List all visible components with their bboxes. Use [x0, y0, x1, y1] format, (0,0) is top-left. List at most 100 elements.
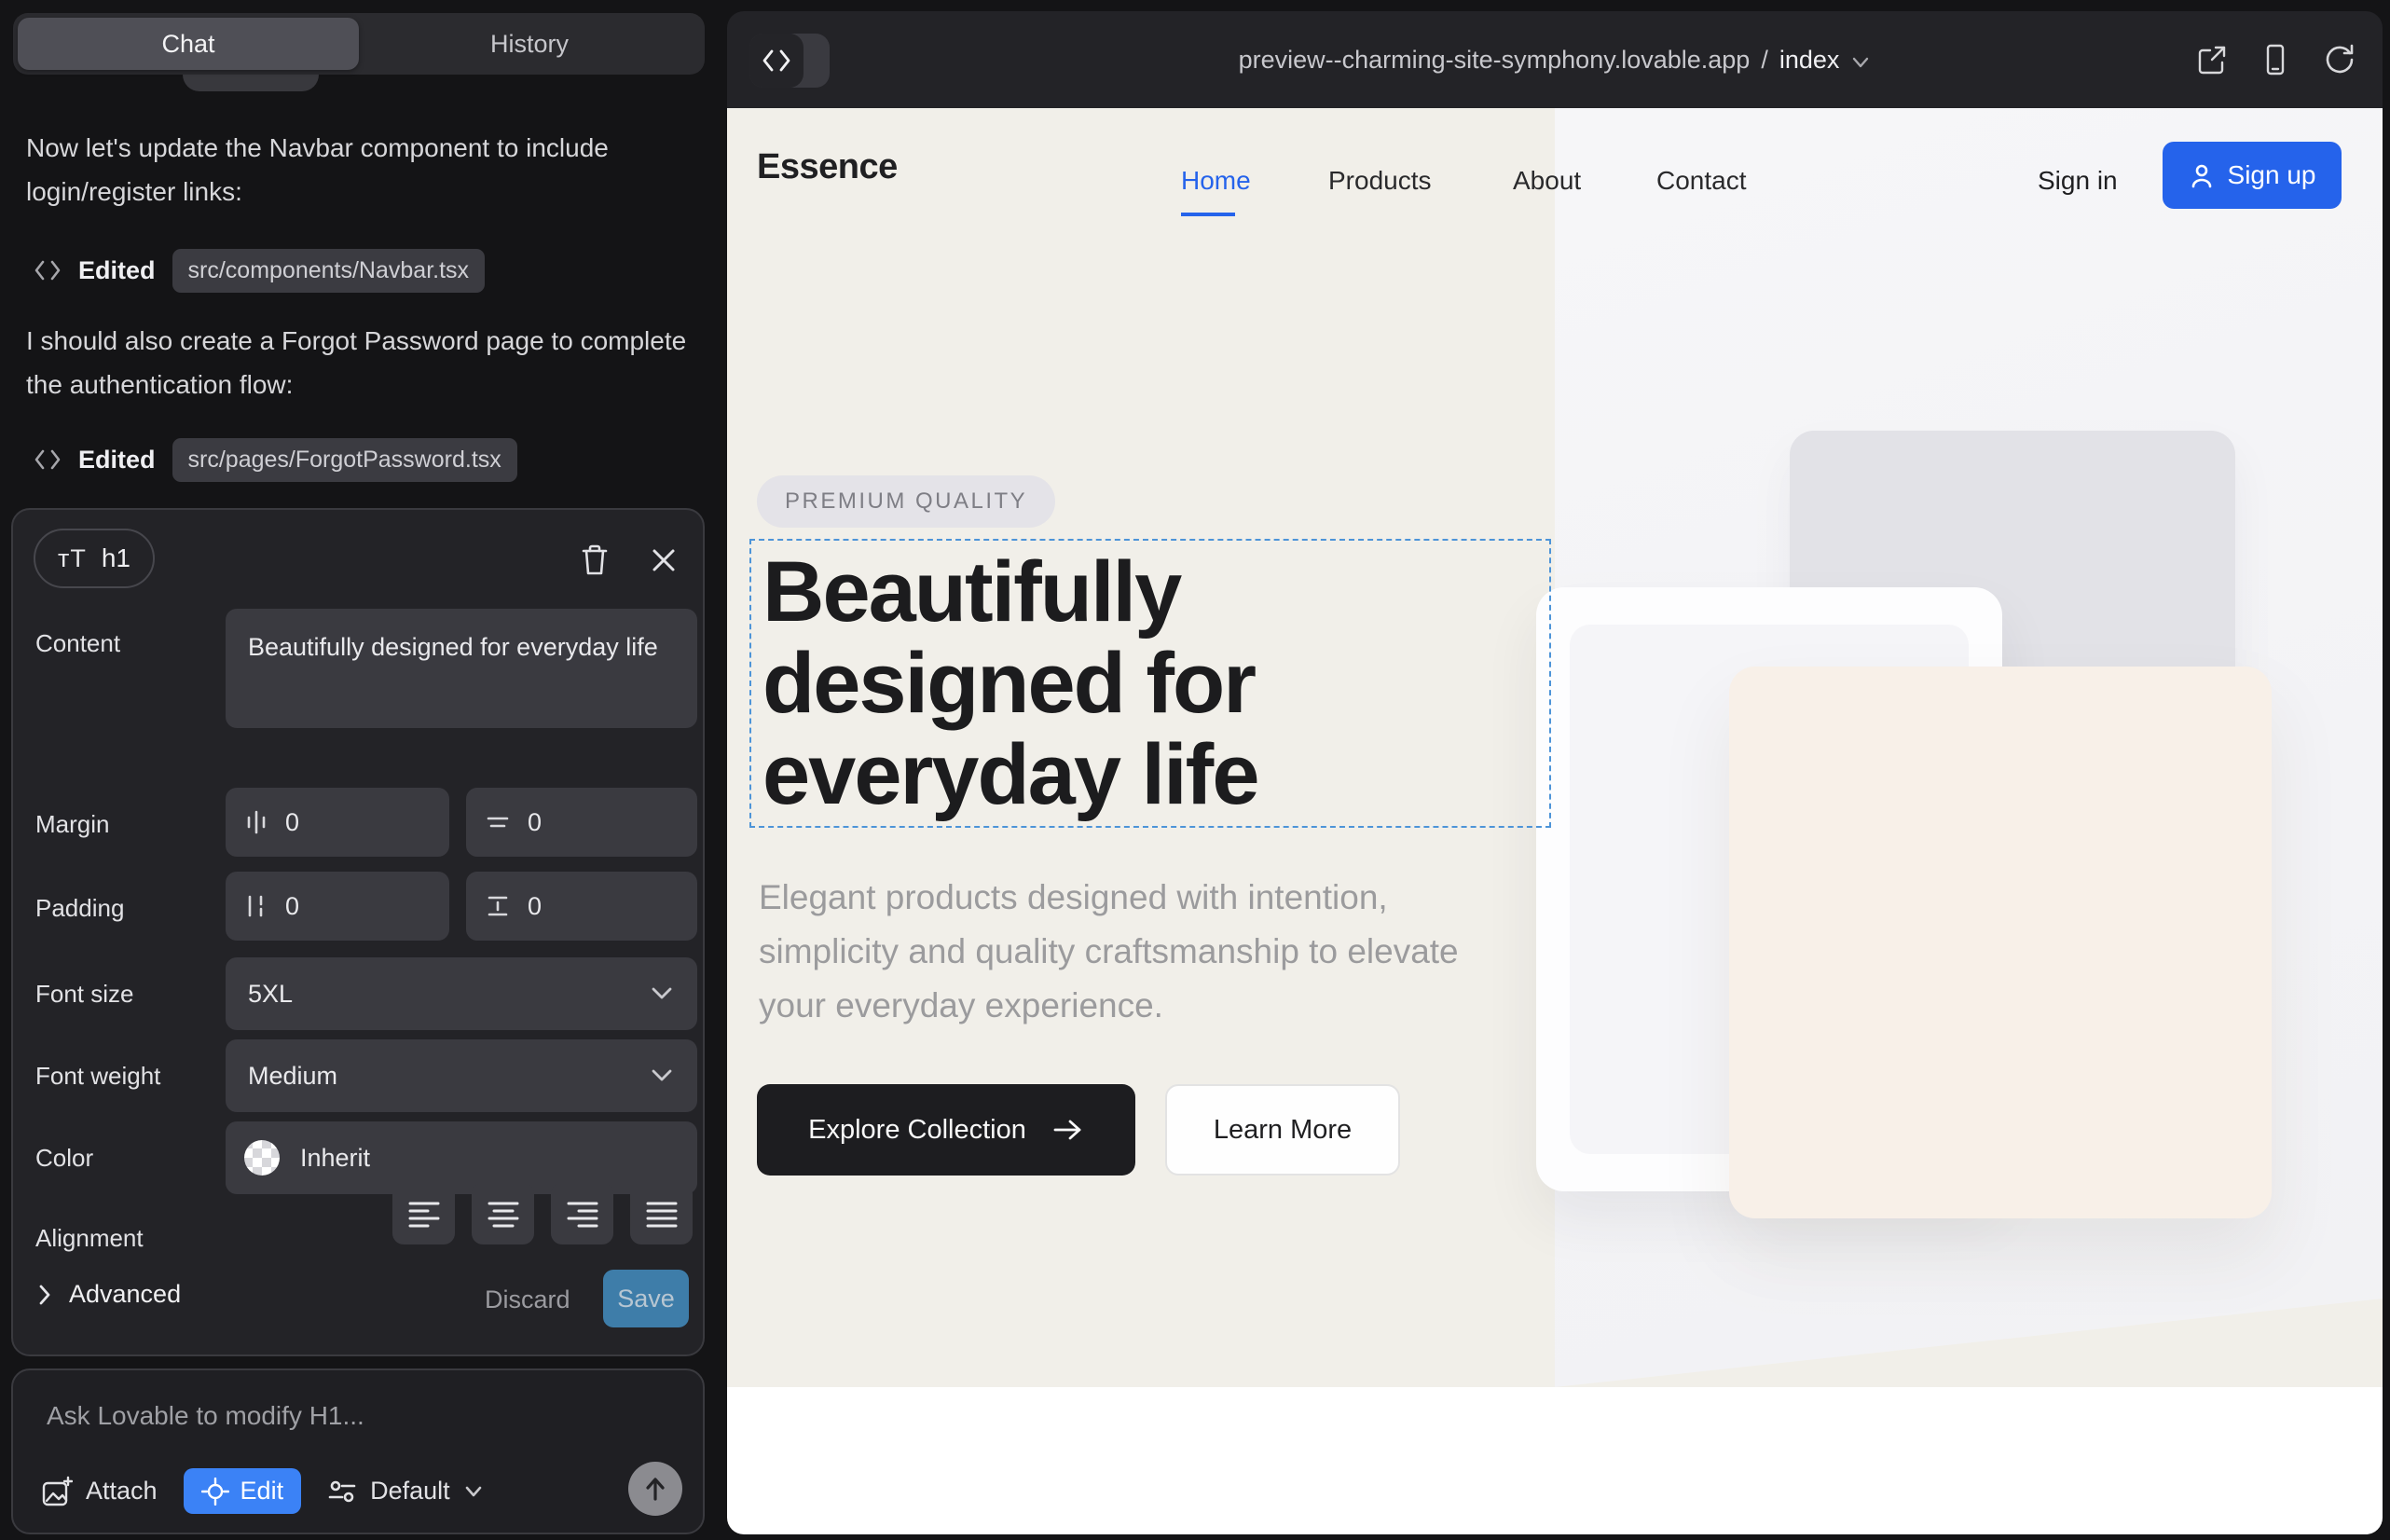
explore-label: Explore Collection [808, 1115, 1026, 1146]
padding-y-icon [485, 893, 511, 919]
chevron-down-icon [649, 985, 675, 1002]
chevron-down-icon [463, 1485, 484, 1498]
padding-y-value: 0 [528, 892, 542, 921]
font-size-label: Font size [35, 980, 134, 1009]
explore-collection-button[interactable]: Explore Collection [757, 1084, 1135, 1176]
align-center-button[interactable] [472, 1183, 534, 1244]
element-tag-label: h1 [102, 543, 130, 573]
edited-file-row: Edited src/pages/ForgotPassword.tsx [34, 433, 517, 486]
file-badge[interactable]: src/components/Navbar.tsx [172, 249, 486, 293]
heading-line: everyday life [762, 727, 1257, 822]
default-label: Default [370, 1477, 450, 1506]
hero-paragraph: Elegant products designed with intention… [759, 871, 1532, 1033]
margin-label: Margin [35, 810, 109, 839]
chevron-right-icon [37, 1283, 52, 1307]
selected-element-badge: тT h1 [34, 529, 155, 588]
nav-link-contact[interactable]: Contact [1656, 166, 1747, 196]
url-bar[interactable]: preview--charming-site-symphony.lovable.… [727, 11, 2383, 108]
composer-input[interactable] [45, 1400, 626, 1432]
preview-window: preview--charming-site-symphony.lovable.… [727, 11, 2383, 1534]
margin-y-input[interactable]: 0 [466, 788, 697, 857]
mobile-view-button[interactable] [2258, 42, 2293, 77]
sign-up-label: Sign up [2228, 160, 2316, 190]
sliders-icon [327, 1478, 357, 1506]
edit-label: Edit [240, 1477, 284, 1506]
align-center-icon [487, 1200, 520, 1228]
edited-label: Edited [78, 256, 156, 285]
site-navbar: Essence Home Products About Contact Sign… [727, 108, 2383, 239]
heading-line: Beautifully [762, 544, 1180, 639]
tab-chat[interactable]: Chat [18, 18, 359, 70]
type-icon: тT [58, 544, 87, 573]
color-value: Inherit [300, 1144, 370, 1173]
align-left-button[interactable] [392, 1183, 455, 1244]
font-size-select[interactable]: 5XL [226, 957, 697, 1030]
arrow-right-icon [1052, 1118, 1084, 1142]
target-icon [201, 1478, 229, 1506]
heading-line: designed for [762, 636, 1255, 731]
nav-link-products[interactable]: Products [1328, 166, 1432, 196]
align-right-button[interactable] [551, 1183, 613, 1244]
chevron-down-icon [1850, 56, 1871, 69]
url-page: index [1779, 46, 1840, 75]
color-select[interactable]: Inherit [226, 1121, 697, 1194]
hero-section: Essence Home Products About Contact Sign… [727, 108, 2383, 1387]
learn-more-button[interactable]: Learn More [1165, 1084, 1400, 1176]
content-label: Content [35, 629, 120, 658]
browser-chrome: preview--charming-site-symphony.lovable.… [727, 11, 2383, 108]
sign-in-link[interactable]: Sign in [2038, 166, 2118, 196]
chevron-down-icon [649, 1067, 675, 1084]
chat-sidebar: Chat History Now let's update the Navbar… [0, 0, 716, 1540]
site-page: Essence Home Products About Contact Sign… [727, 108, 2383, 1534]
hero-heading[interactable]: Beautifully designed for everyday life [762, 546, 1257, 820]
discard-button[interactable]: Discard [485, 1286, 570, 1314]
model-default-button[interactable]: Default [327, 1477, 484, 1506]
attach-label: Attach [86, 1477, 158, 1506]
chat-message: Now let's update the Navbar component to… [26, 126, 693, 213]
close-icon [650, 546, 678, 574]
color-swatch-icon [244, 1140, 280, 1176]
site-logo[interactable]: Essence [757, 147, 898, 187]
padding-y-input[interactable]: 0 [466, 872, 697, 941]
trash-icon [580, 543, 610, 577]
delete-element-button[interactable] [576, 542, 613, 579]
content-input[interactable]: Beautifully designed for everyday life [226, 609, 697, 728]
element-editor-panel: тT h1 Content Beautifully designed for e… [11, 508, 705, 1356]
composer-toolbar: Attach Edit Default [41, 1468, 484, 1514]
file-badge[interactable]: src/pages/ForgotPassword.tsx [172, 438, 517, 482]
nav-link-about[interactable]: About [1513, 166, 1581, 196]
edit-mode-button[interactable]: Edit [184, 1468, 302, 1514]
margin-x-icon [244, 809, 268, 835]
close-panel-button[interactable] [645, 542, 682, 579]
align-left-icon [407, 1200, 441, 1228]
advanced-toggle[interactable]: Advanced [37, 1280, 181, 1309]
tab-history[interactable]: History [359, 18, 700, 70]
align-justify-button[interactable] [630, 1183, 693, 1244]
save-button[interactable]: Save [603, 1270, 689, 1327]
padding-x-value: 0 [285, 892, 299, 921]
sidebar-tabbar: Chat History [13, 13, 705, 75]
chat-composer: Attach Edit Default [11, 1368, 705, 1534]
font-weight-select[interactable]: Medium [226, 1039, 697, 1112]
send-button[interactable] [628, 1462, 682, 1516]
padding-x-icon [244, 893, 268, 919]
decorative-card-cream [1729, 667, 2272, 1218]
open-external-button[interactable] [2194, 42, 2230, 77]
chat-message: I should also create a Forgot Password p… [26, 319, 693, 406]
refresh-button[interactable] [2321, 42, 2356, 77]
attach-button[interactable]: Attach [41, 1476, 158, 1507]
padding-x-input[interactable]: 0 [226, 872, 449, 941]
code-icon [34, 258, 62, 282]
align-right-icon [566, 1200, 599, 1228]
code-icon [34, 447, 62, 472]
nav-link-home[interactable]: Home [1181, 166, 1251, 196]
alignment-label: Alignment [35, 1224, 144, 1253]
arrow-up-icon [643, 1476, 667, 1502]
active-nav-underline [1181, 213, 1235, 216]
margin-x-input[interactable]: 0 [226, 788, 449, 857]
font-weight-value: Medium [248, 1062, 337, 1091]
align-justify-icon [645, 1200, 679, 1228]
sign-up-button[interactable]: Sign up [2163, 142, 2342, 209]
margin-y-icon [485, 810, 511, 834]
padding-label: Padding [35, 894, 124, 923]
